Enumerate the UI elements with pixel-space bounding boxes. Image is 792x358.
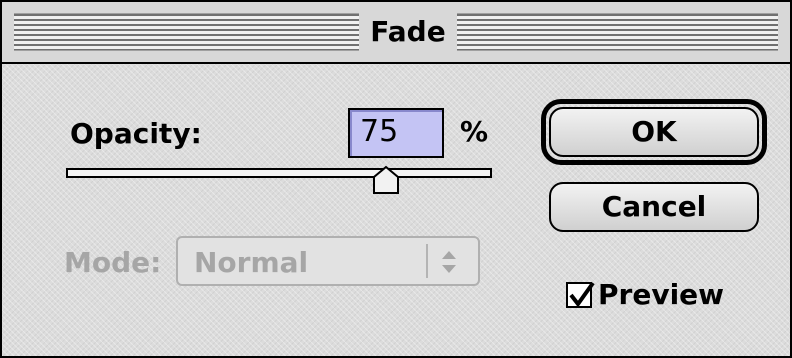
cancel-button[interactable]: Cancel	[549, 182, 759, 232]
mode-select[interactable]: Normal	[176, 236, 480, 286]
title-bar-stripes-left	[14, 13, 359, 51]
opacity-label: Opacity:	[70, 117, 202, 150]
up-down-arrows-icon	[442, 251, 456, 273]
slider-thumb-icon[interactable]	[372, 166, 399, 194]
opacity-value: 75	[360, 114, 399, 149]
opacity-slider[interactable]	[66, 168, 492, 178]
window-title: Fade	[370, 15, 446, 48]
preview-label: Preview	[598, 278, 725, 311]
title-bar[interactable]: Fade	[2, 2, 790, 64]
mode-selected-value: Normal	[194, 246, 309, 279]
ok-button[interactable]: OK	[549, 107, 759, 157]
checkmark-icon	[569, 281, 595, 308]
fade-dialog: Fade Opacity: 75 % Mode: Normal OK Cance…	[0, 0, 792, 358]
opacity-input[interactable]: 75	[348, 108, 444, 158]
preview-checkbox[interactable]	[566, 281, 595, 308]
percent-unit-label: %	[460, 115, 489, 148]
title-bar-stripes-right	[457, 13, 778, 51]
mode-select-divider	[426, 244, 428, 278]
mode-label: Mode:	[64, 246, 162, 279]
